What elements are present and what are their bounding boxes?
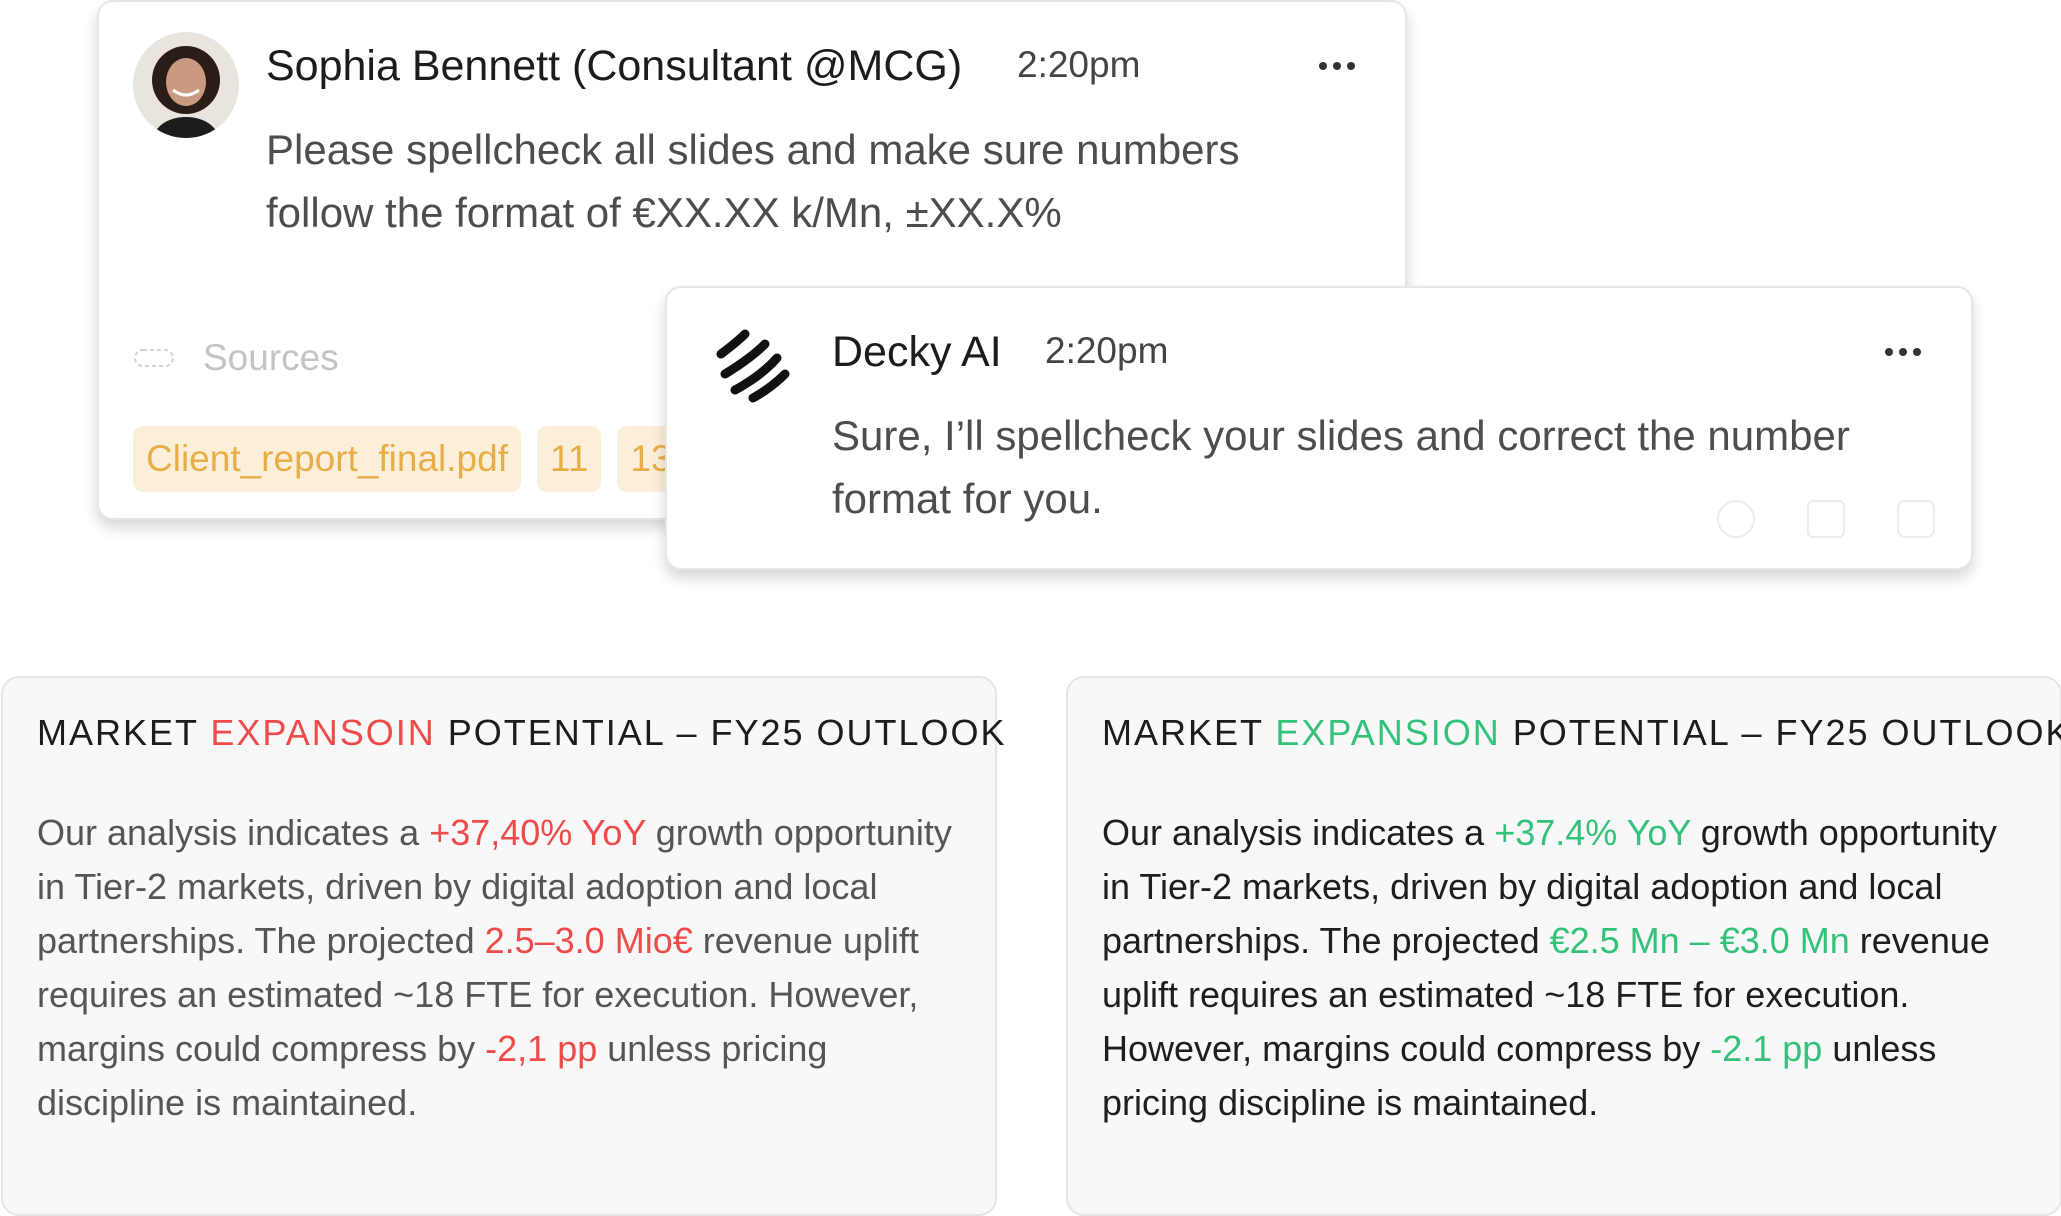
title-corrected-word: EXPANSION [1275,712,1501,753]
user-message-text: Please spellcheck all slides and make su… [266,118,1366,244]
user-message-time: 2:20pm [1017,44,1141,85]
panel-title: MARKET EXPANSOIN POTENTIAL – FY25 OUTLOO… [37,712,1007,754]
comment-icon[interactable] [1897,500,1935,538]
error-highlight: -2,1 pp [485,1028,598,1069]
ai-message-text: Sure, I’ll spellcheck your slides and co… [832,404,1942,530]
refresh-icon[interactable] [1717,500,1755,538]
error-highlight: +37,40% YoY [429,812,646,853]
title-text: POTENTIAL – FY25 OUTLOOK [435,712,1007,753]
user-message-line-2: follow the format of €XX.XX k/Mn, ±XX.X% [266,189,1062,236]
ai-message-line-2: format for you. [832,475,1103,522]
panel-body: Our analysis indicates a +37,40% YoY gro… [37,806,957,1130]
panel-body: Our analysis indicates a +37.4% YoY grow… [1102,806,2022,1130]
ai-message-line-1: Sure, I’ll spellcheck your slides and co… [832,412,1850,459]
title-text: MARKET [1102,712,1276,753]
sources-row[interactable]: Sources [133,337,339,379]
corrected-highlight: +37.4% YoY [1494,812,1691,853]
source-chip-page[interactable]: 11 [537,426,602,492]
before-panel: MARKET EXPANSOIN POTENTIAL – FY25 OUTLOO… [1,676,1005,1216]
ai-message-time: 2:20pm [1045,330,1169,371]
copy-icon[interactable] [1807,500,1845,538]
after-panel: MARKET EXPANSION POTENTIAL – FY25 OUTLOO… [1066,676,2061,1216]
user-avatar[interactable] [133,32,239,138]
sources-icon [134,349,174,367]
body-text: Our analysis indicates a [37,812,430,853]
more-horizontal-icon[interactable] [1885,348,1921,356]
source-chips: Client_report_final.pdf 11 13 [133,426,685,492]
decky-logo-icon [716,329,790,403]
corrected-highlight: -2.1 pp [1710,1028,1823,1069]
ai-name: Decky AI [832,328,1002,376]
more-horizontal-icon[interactable] [1319,62,1355,70]
body-text: Our analysis indicates a [1102,812,1495,853]
ai-message-card: Decky AI 2:20pm Sure, I’ll spellcheck yo… [665,286,1973,570]
title-text: MARKET [37,712,211,753]
error-highlight: 2.5–3.0 Mio€ [484,920,693,961]
user-message-line-1: Please spellcheck all slides and make su… [266,126,1240,173]
source-chip-file[interactable]: Client_report_final.pdf [133,426,521,492]
title-error-word: EXPANSOIN [210,712,436,753]
sources-label: Sources [203,337,339,378]
corrected-highlight: €2.5 Mn – €3.0 Mn [1549,920,1850,961]
title-text: POTENTIAL – FY25 OUTLOOK [1500,712,2061,753]
user-name: Sophia Bennett (Consultant @MCG) [266,42,963,90]
panel-title: MARKET EXPANSION POTENTIAL – FY25 OUTLOO… [1102,712,2061,754]
